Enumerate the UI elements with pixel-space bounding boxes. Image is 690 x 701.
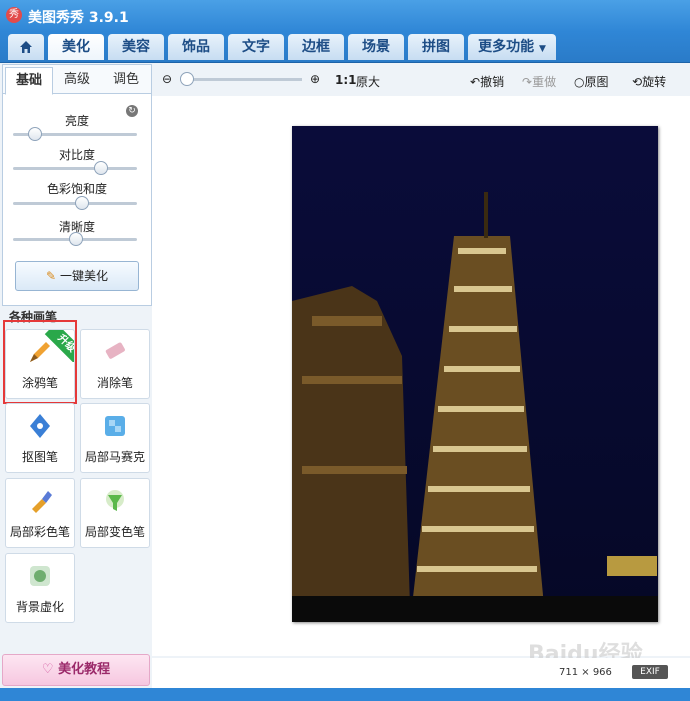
original-image-button[interactable]: ○原图 <box>574 73 609 90</box>
tab-more-features[interactable]: 更多功能 ▼ <box>468 34 556 60</box>
background-blur-tool[interactable]: 背景虚化 <box>5 553 75 623</box>
beautify-tutorial-label: 美化教程 <box>58 662 111 677</box>
beautify-tutorial-button[interactable]: ♡ 美化教程 <box>2 654 150 686</box>
subtab-color[interactable]: 调色 <box>103 67 149 93</box>
main-tab-bar: 美化 美容 饰品 文字 边框 场景 拼图 更多功能 ▼ <box>0 32 690 63</box>
redo-icon: ↷ <box>522 75 533 89</box>
eraser-brush-tool[interactable]: 消除笔 <box>80 329 150 399</box>
undo-button[interactable]: ↶撤销 <box>470 73 504 90</box>
mosaic-icon <box>105 416 125 436</box>
exif-button[interactable]: EXIF <box>632 665 668 679</box>
redo-button[interactable]: ↷重做 <box>522 73 556 90</box>
undo-label: 撤销 <box>480 75 505 89</box>
adjust-subtabs: 基础 高级 调色 <box>3 65 151 95</box>
local-recolor-brush-tool[interactable]: 局部变色笔 <box>80 478 150 548</box>
saturation-knob[interactable] <box>75 196 89 210</box>
contrast-label: 对比度 <box>58 148 95 162</box>
one-click-beautify-label: 一键美化 <box>59 269 108 283</box>
saturation-label: 色彩饱和度 <box>46 182 107 196</box>
paintbrush-icon <box>32 491 52 513</box>
subtab-advanced[interactable]: 高级 <box>53 67 101 93</box>
one-click-beautify-button[interactable]: ✎ 一键美化 <box>15 261 139 291</box>
leaning-tower-image <box>292 126 658 622</box>
local-mosaic-tool[interactable]: 局部马赛克 <box>80 403 150 473</box>
eraser-brush-label: 消除笔 <box>96 376 133 390</box>
bottom-bar <box>0 688 690 701</box>
sharpness-knob[interactable] <box>69 232 83 246</box>
funnel-icon <box>106 490 124 511</box>
background-blur-label: 背景虚化 <box>15 600 64 614</box>
tab-collage[interactable]: 拼图 <box>408 34 464 60</box>
brightness-label: 亮度 <box>64 114 89 128</box>
magic-wand-icon: ✎ <box>46 269 57 283</box>
hands-icon: ♡ <box>41 662 54 677</box>
zoom-out-icon[interactable]: ⊖ <box>162 72 172 86</box>
tab-scene[interactable]: 场景 <box>348 34 404 60</box>
circle-icon: ○ <box>574 75 585 89</box>
eraser-icon <box>105 342 125 359</box>
rotate-label: 旋转 <box>642 75 667 89</box>
image-size: 711 × 966 <box>559 667 612 678</box>
local-recolor-brush-label: 局部变色笔 <box>84 525 145 539</box>
window-title: 美图秀秀 3.9.1 <box>28 10 129 26</box>
local-color-brush-label: 局部彩色笔 <box>9 525 70 539</box>
rotate-icon: ⟲ <box>632 75 643 89</box>
undo-icon: ↶ <box>470 75 481 89</box>
tab-border[interactable]: 边框 <box>288 34 344 60</box>
rotate-button[interactable]: ⟲旋转 <box>632 73 666 90</box>
contrast-slider[interactable] <box>13 167 137 170</box>
brightness-knob[interactable] <box>28 127 42 141</box>
app-logo-icon: 秀 <box>6 7 22 23</box>
tab-more-label: 更多功能 <box>478 39 535 55</box>
highlight-box <box>3 320 77 404</box>
zoom-ratio[interactable]: 1:1 <box>335 73 357 87</box>
original-image-label: 原图 <box>584 75 609 89</box>
home-button[interactable] <box>8 34 44 60</box>
subtab-basic[interactable]: 基础 <box>5 67 53 95</box>
redo-label: 重做 <box>532 75 557 89</box>
status-bar: 711 × 966 EXIF <box>152 658 690 688</box>
adjust-panel: 基础 高级 调色 ↻ 亮度 对比度 色彩饱和度 清晰度 ✎ 一键美化 <box>2 64 152 306</box>
local-color-brush-tool[interactable]: 局部彩色笔 <box>5 478 75 548</box>
cutout-brush-label: 抠图笔 <box>21 450 58 464</box>
contrast-knob[interactable] <box>94 161 108 175</box>
tab-text[interactable]: 文字 <box>228 34 284 60</box>
zoom-in-icon[interactable]: ⊕ <box>310 72 320 86</box>
zoom-slider[interactable] <box>182 78 302 81</box>
blur-icon <box>30 566 50 586</box>
pen-nib-icon <box>30 414 50 438</box>
zoom-knob[interactable] <box>180 72 194 86</box>
title-bar: 秀 美图秀秀 3.9.1 <box>0 0 690 32</box>
cutout-brush-tool[interactable]: 抠图笔 <box>5 403 75 473</box>
original-size-button[interactable]: 原大 <box>356 73 380 90</box>
home-icon <box>20 41 32 53</box>
local-mosaic-label: 局部马赛克 <box>84 450 145 464</box>
tab-cosmetic[interactable]: 美容 <box>108 34 164 60</box>
photo-canvas[interactable] <box>292 126 658 622</box>
tab-decorations[interactable]: 饰品 <box>168 34 224 60</box>
chevron-down-icon: ▼ <box>538 44 546 54</box>
tab-beautify[interactable]: 美化 <box>48 34 104 60</box>
